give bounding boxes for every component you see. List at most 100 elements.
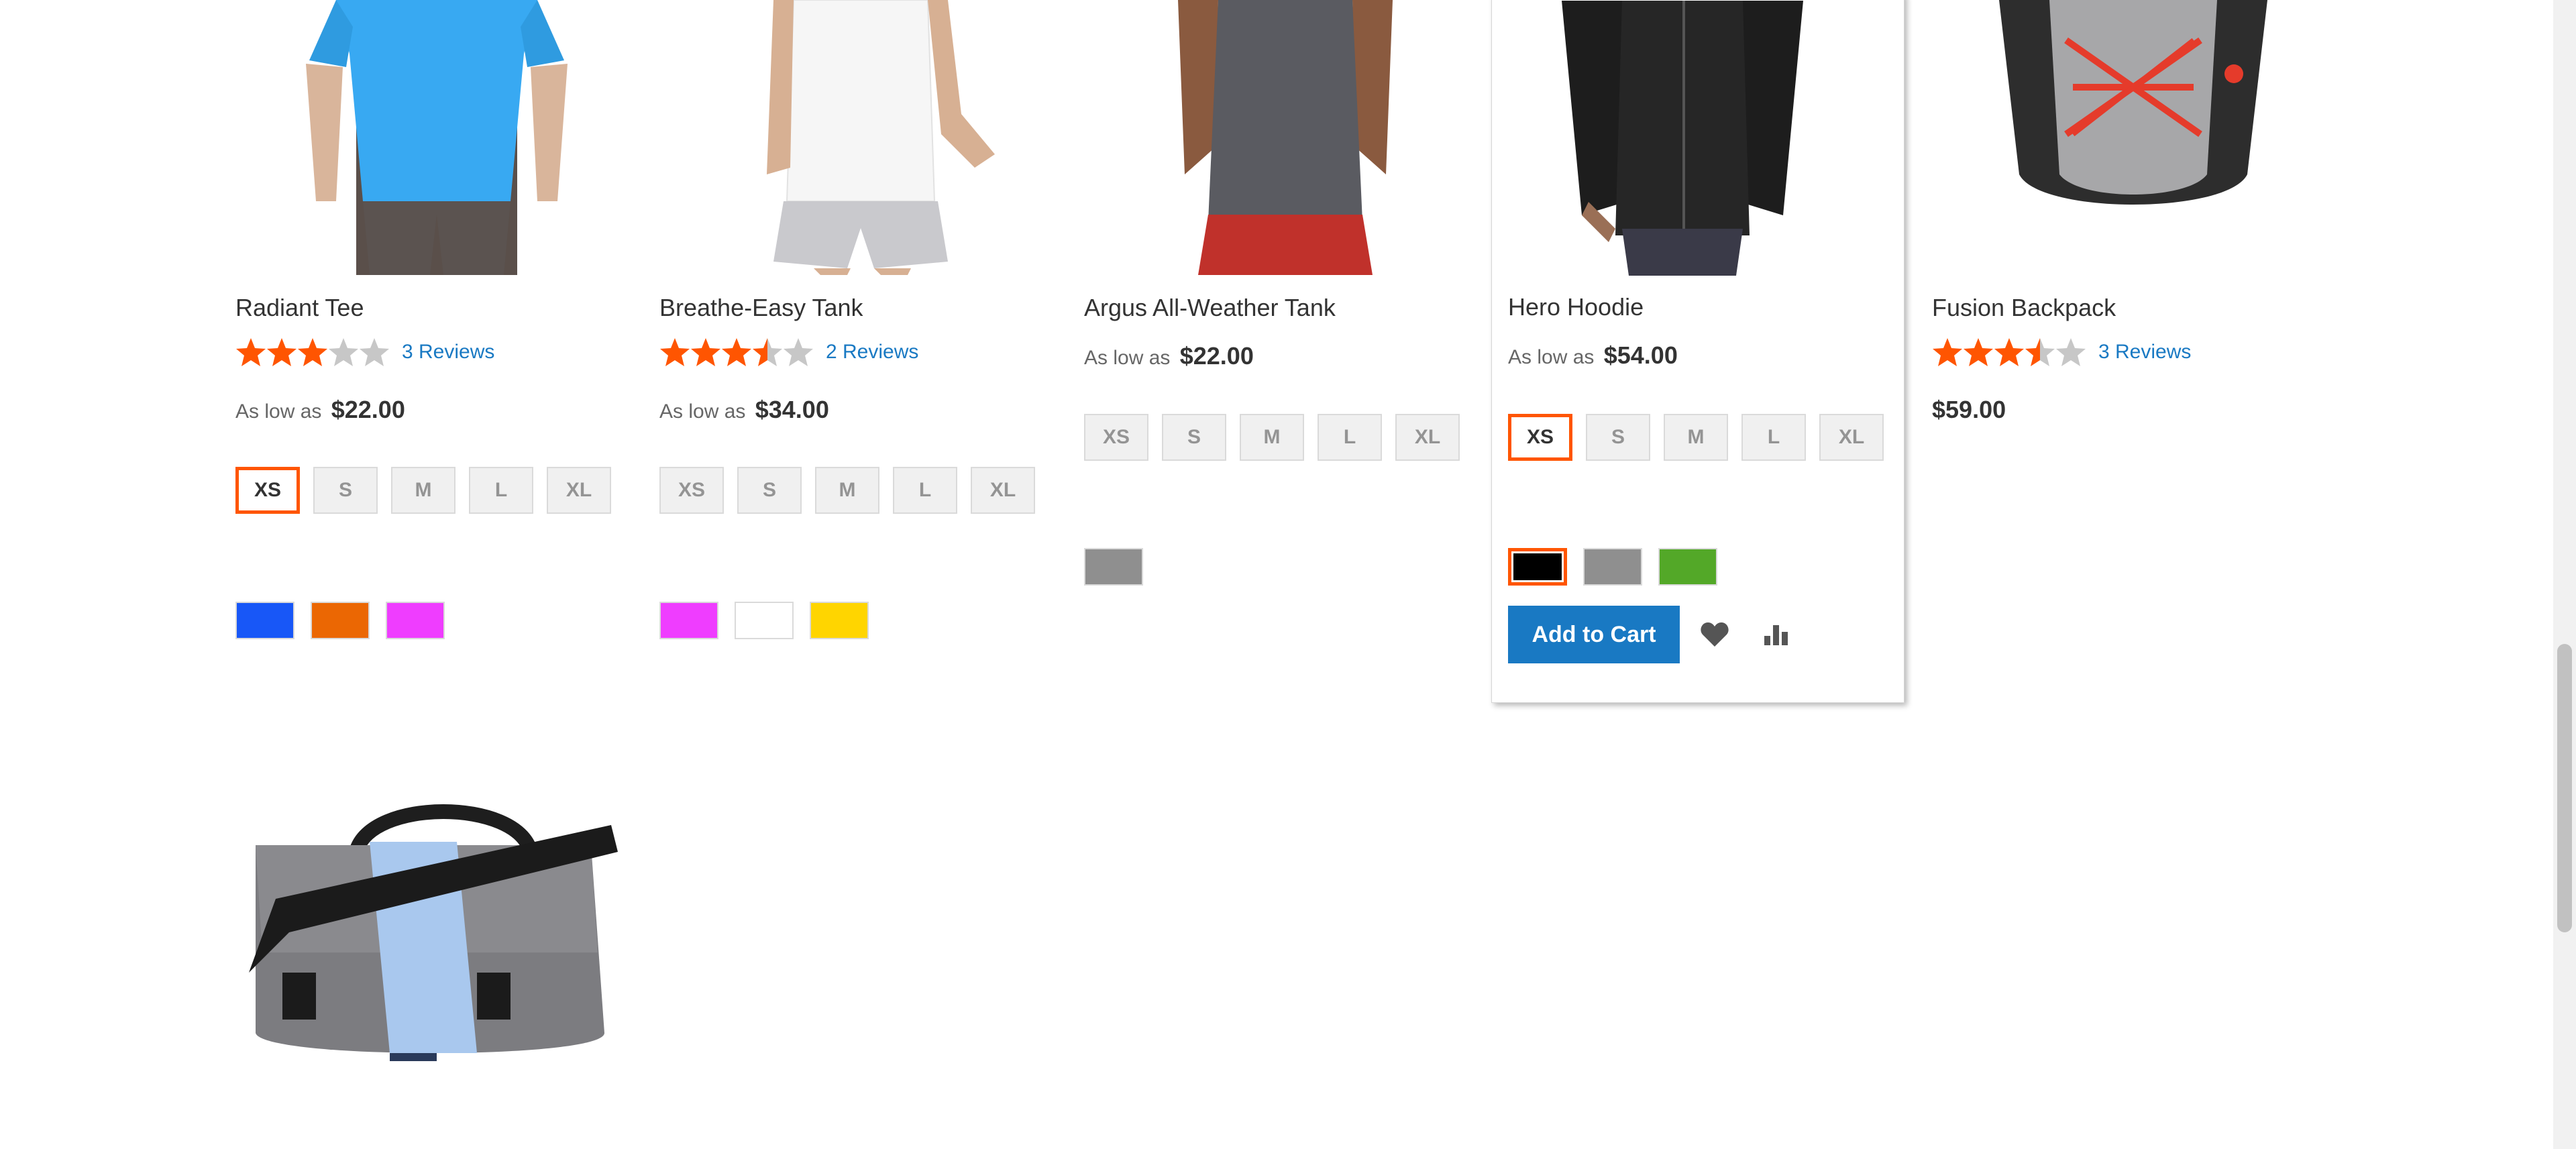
product-card: Breathe-Easy Tank 2 Reviews As low as $3… [659, 0, 1062, 657]
color-swatches [1084, 548, 1143, 586]
star-icon [784, 338, 813, 366]
rating-stars [235, 337, 390, 368]
color-swatches [1508, 548, 1717, 586]
product-card: Radiant Tee 3 Reviews As low as $22.00 X… [235, 0, 638, 657]
size-options: XS S M L XL [1084, 414, 1460, 461]
price-box: As low as $22.00 [235, 396, 405, 424]
star-icon [660, 338, 690, 366]
price: $59.00 [1932, 396, 2006, 423]
product-actions: Add to Cart [1508, 606, 1803, 663]
star-icon [691, 338, 720, 366]
size-option-l[interactable]: L [469, 467, 533, 514]
star-icon [360, 338, 389, 366]
product-card [235, 798, 638, 1080]
color-swatches [659, 602, 869, 639]
star-icon [329, 338, 358, 366]
bar-chart-icon[interactable] [1750, 608, 1803, 661]
product-name[interactable]: Argus All-Weather Tank [1084, 294, 1336, 322]
size-option-l[interactable]: L [1741, 414, 1806, 461]
product-card: Fusion Backpack 3 Reviews $59.00 [1932, 0, 2334, 470]
size-option-m[interactable]: M [1664, 414, 1728, 461]
size-option-s[interactable]: S [1586, 414, 1650, 461]
size-option-xl[interactable]: XL [1819, 414, 1884, 461]
product-image[interactable] [1932, 0, 2334, 275]
rating-summary: 3 Reviews [1932, 335, 2191, 369]
rating-summary: 2 Reviews [659, 335, 918, 369]
star-icon [722, 338, 751, 366]
size-option-xs[interactable]: XS [1508, 414, 1572, 461]
price: $34.00 [755, 396, 829, 423]
star-icon [2025, 338, 2055, 366]
price: $22.00 [1179, 342, 1254, 370]
heart-icon[interactable] [1688, 608, 1741, 661]
color-swatch[interactable] [311, 602, 370, 639]
scrollbar-thumb[interactable] [2557, 644, 2572, 932]
product-name[interactable]: Hero Hoodie [1508, 293, 1644, 321]
product-name[interactable]: Fusion Backpack [1932, 294, 2116, 322]
product-image[interactable] [1084, 0, 1487, 275]
size-option-s[interactable]: S [737, 467, 802, 514]
size-option-l[interactable]: L [1318, 414, 1382, 461]
size-option-xl[interactable]: XL [1395, 414, 1460, 461]
size-option-xs[interactable]: XS [1084, 414, 1148, 461]
size-option-s[interactable]: S [313, 467, 378, 514]
star-icon [1964, 338, 1993, 366]
price-box: As low as $22.00 [1084, 342, 1254, 370]
size-option-l[interactable]: L [893, 467, 957, 514]
price: $22.00 [331, 396, 405, 423]
color-swatch[interactable] [1084, 548, 1143, 586]
size-option-m[interactable]: M [1240, 414, 1304, 461]
color-swatch[interactable] [1658, 548, 1717, 586]
size-option-xs[interactable]: XS [235, 467, 300, 514]
product-name[interactable]: Breathe-Easy Tank [659, 294, 863, 322]
star-icon [1994, 338, 2024, 366]
color-swatch[interactable] [386, 602, 445, 639]
color-swatch[interactable] [810, 602, 869, 639]
rating-summary: 3 Reviews [235, 335, 494, 369]
product-image[interactable] [235, 0, 638, 275]
scrollbar-track[interactable] [2553, 0, 2576, 1149]
star-icon [1933, 338, 1962, 366]
size-option-m[interactable]: M [391, 467, 455, 514]
star-icon [267, 338, 297, 366]
reviews-link[interactable]: 3 Reviews [2098, 341, 2191, 364]
price-prefix: As low as [1084, 347, 1171, 369]
price-prefix: As low as [1508, 346, 1595, 368]
reviews-link[interactable]: 3 Reviews [402, 341, 494, 364]
star-icon [236, 338, 266, 366]
color-swatch[interactable] [659, 602, 718, 639]
size-options: XS S M L XL [235, 467, 611, 514]
price-prefix: As low as [659, 400, 746, 423]
size-option-s[interactable]: S [1162, 414, 1226, 461]
price-box: As low as $54.00 [1508, 341, 1678, 370]
product-card-hovered: Hero Hoodie As low as $54.00 XS S M L XL Add… [1491, 0, 1904, 703]
color-swatch[interactable] [1508, 548, 1567, 586]
rating-stars [1932, 337, 2086, 368]
size-option-xs[interactable]: XS [659, 467, 724, 514]
rating-stars [659, 337, 814, 368]
star-icon [298, 338, 327, 366]
size-option-xl[interactable]: XL [971, 467, 1035, 514]
star-icon [753, 338, 782, 366]
price-prefix: As low as [235, 400, 322, 423]
size-option-m[interactable]: M [815, 467, 879, 514]
color-swatch[interactable] [735, 602, 794, 639]
color-swatch[interactable] [1583, 548, 1642, 586]
price-box: $59.00 [1932, 396, 2006, 424]
color-swatches [235, 602, 445, 639]
price-box: As low as $34.00 [659, 396, 829, 424]
size-option-xl[interactable]: XL [547, 467, 611, 514]
reviews-link[interactable]: 2 Reviews [826, 341, 918, 364]
size-options: XS S M L XL [659, 467, 1035, 514]
product-image[interactable] [659, 0, 1062, 275]
color-swatch[interactable] [235, 602, 294, 639]
price: $54.00 [1603, 341, 1678, 369]
product-name[interactable]: Radiant Tee [235, 294, 364, 322]
product-image[interactable] [235, 798, 638, 1080]
star-icon [2056, 338, 2086, 366]
add-to-cart-button[interactable]: Add to Cart [1508, 606, 1680, 663]
product-image[interactable] [1508, 1, 1911, 276]
product-grid: Radiant Tee 3 Reviews As low as $22.00 X… [0, 0, 2576, 1149]
product-card: Argus All-Weather Tank As low as $22.00 … [1084, 0, 1487, 657]
size-options: XS S M L XL [1508, 414, 1884, 461]
